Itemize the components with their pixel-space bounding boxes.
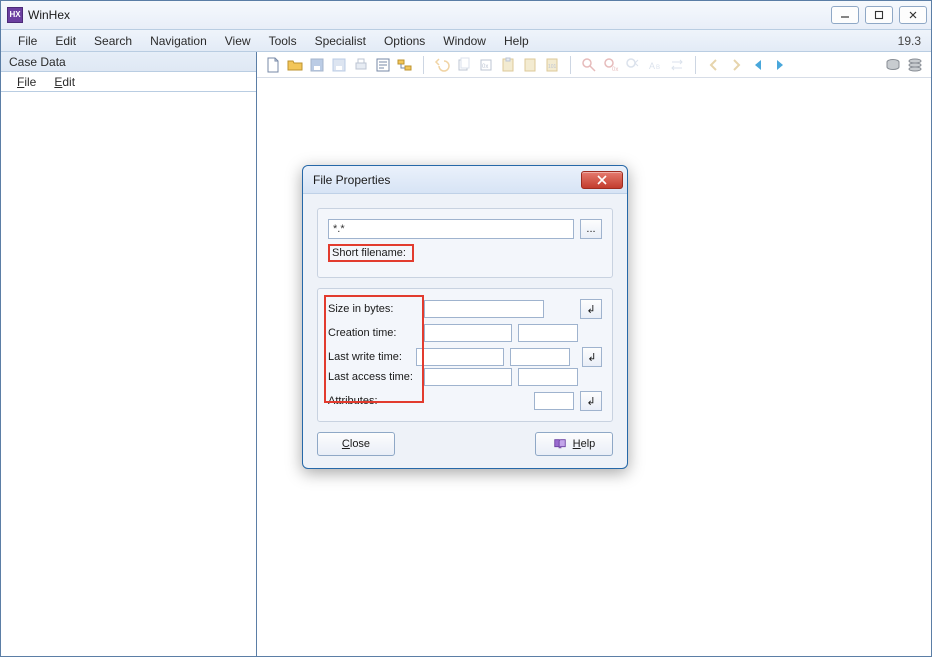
app-icon: HX (7, 7, 23, 23)
creation-time-input[interactable] (518, 324, 578, 342)
attributes-input[interactable] (534, 392, 574, 410)
toolbar-separator (570, 56, 571, 74)
short-filename-label: Short filename: (332, 247, 406, 259)
book-icon (553, 437, 567, 451)
menu-navigation[interactable]: Navigation (141, 32, 216, 50)
toolbar: 0x 101 0x AB (257, 52, 931, 78)
lastwrite-date-input[interactable] (416, 348, 504, 366)
dialog-close-action-button[interactable]: CCloselose (317, 432, 395, 456)
replace-icon[interactable] (667, 55, 687, 75)
window-controls (831, 6, 927, 24)
svg-text:0x: 0x (482, 64, 488, 70)
right-pane: 0x 101 0x AB (257, 52, 931, 656)
menu-help[interactable]: Help (495, 32, 538, 50)
maximize-button[interactable] (865, 6, 893, 24)
dialog-help-button[interactable]: HHelpelp (535, 432, 613, 456)
undo-icon[interactable] (432, 55, 452, 75)
lastwrite-time-input[interactable] (510, 348, 570, 366)
filename-section: ... Short filename: (317, 208, 613, 278)
svg-text:0x: 0x (612, 67, 618, 73)
creation-label: Creation time: (328, 327, 418, 339)
go-left-icon[interactable] (748, 55, 768, 75)
attributes-label: Attributes: (328, 395, 418, 407)
case-data-body (1, 92, 256, 656)
dialog-titlebar[interactable]: File Properties (303, 166, 627, 194)
svg-text:A: A (649, 61, 655, 71)
go-right-icon[interactable] (770, 55, 790, 75)
open-icon[interactable] (285, 55, 305, 75)
browse-button[interactable]: ... (580, 219, 602, 239)
close-button[interactable] (899, 6, 927, 24)
clipboard-special1-icon[interactable] (520, 55, 540, 75)
menu-specialist[interactable]: Specialist (306, 32, 375, 50)
size-input[interactable] (424, 300, 544, 318)
window-titlebar: HX WinHex (1, 1, 931, 30)
left-pane: Case Data FFileile EEditdit (1, 52, 257, 656)
menu-options[interactable]: Options (375, 32, 434, 50)
version-label: 19.3 (889, 32, 931, 50)
creation-date-input[interactable] (424, 324, 512, 342)
main-window: HX WinHex File Edit Search Navigation Vi… (0, 0, 932, 657)
menu-window[interactable]: Window (434, 32, 495, 50)
nav-forward-icon[interactable] (726, 55, 746, 75)
svg-text:101: 101 (548, 64, 557, 70)
menu-view[interactable]: View (216, 32, 260, 50)
toolbar-separator (695, 56, 696, 74)
folder-tree-icon[interactable] (395, 55, 415, 75)
case-data-header: Case Data (1, 52, 256, 72)
find-hex-icon[interactable]: 0x (601, 55, 621, 75)
menu-edit[interactable]: Edit (46, 32, 85, 50)
file-properties-dialog: File Properties ... Short (302, 165, 628, 469)
copy-icon[interactable] (454, 55, 474, 75)
dialog-button-row: CCloselose HHelpelp (317, 432, 613, 456)
lastwrite-label: Last write time: (328, 351, 410, 363)
properties-icon[interactable] (373, 55, 393, 75)
case-menu-file[interactable]: FFileile (9, 73, 44, 91)
menu-tools[interactable]: Tools (260, 32, 306, 50)
disks-icon[interactable] (905, 55, 925, 75)
copy-hex-icon[interactable]: 0x (476, 55, 496, 75)
lastaccess-label: Last access time: (328, 371, 418, 383)
new-file-icon[interactable] (263, 55, 283, 75)
minimize-button[interactable] (831, 6, 859, 24)
save-icon[interactable] (307, 55, 327, 75)
apply-times-button[interactable]: ↲ (582, 347, 602, 367)
svg-text:B: B (656, 65, 660, 71)
menu-search[interactable]: Search (85, 32, 141, 50)
menubar: File Edit Search Navigation View Tools S… (1, 30, 931, 52)
print-icon[interactable] (351, 55, 371, 75)
menu-file[interactable]: File (9, 32, 46, 50)
case-menu-edit[interactable]: EEditdit (46, 73, 83, 91)
find-icon[interactable] (579, 55, 599, 75)
save-copy-icon[interactable] (329, 55, 349, 75)
body-area: Case Data FFileile EEditdit (1, 52, 931, 656)
apply-attributes-button[interactable]: ↲ (580, 391, 602, 411)
disk-icon[interactable] (883, 55, 903, 75)
lastaccess-date-input[interactable] (424, 368, 512, 386)
lastaccess-time-input[interactable] (518, 368, 578, 386)
paste-icon[interactable] (498, 55, 518, 75)
window-title: WinHex (28, 8, 70, 22)
find-text-icon[interactable]: AB (645, 55, 665, 75)
filename-input[interactable] (328, 219, 574, 239)
properties-section: Size in bytes: ↲ Creation time: (317, 288, 613, 422)
dialog-title: File Properties (313, 173, 390, 187)
toolbar-separator (423, 56, 424, 74)
dialog-close-button[interactable] (581, 171, 623, 189)
nav-back-icon[interactable] (704, 55, 724, 75)
find-again-icon[interactable] (623, 55, 643, 75)
apply-size-button[interactable]: ↲ (580, 299, 602, 319)
size-label: Size in bytes: (328, 303, 418, 315)
dialog-body: ... Short filename: (303, 194, 627, 468)
case-data-menu: FFileile EEditdit (1, 72, 256, 92)
clipboard-special2-icon[interactable]: 101 (542, 55, 562, 75)
